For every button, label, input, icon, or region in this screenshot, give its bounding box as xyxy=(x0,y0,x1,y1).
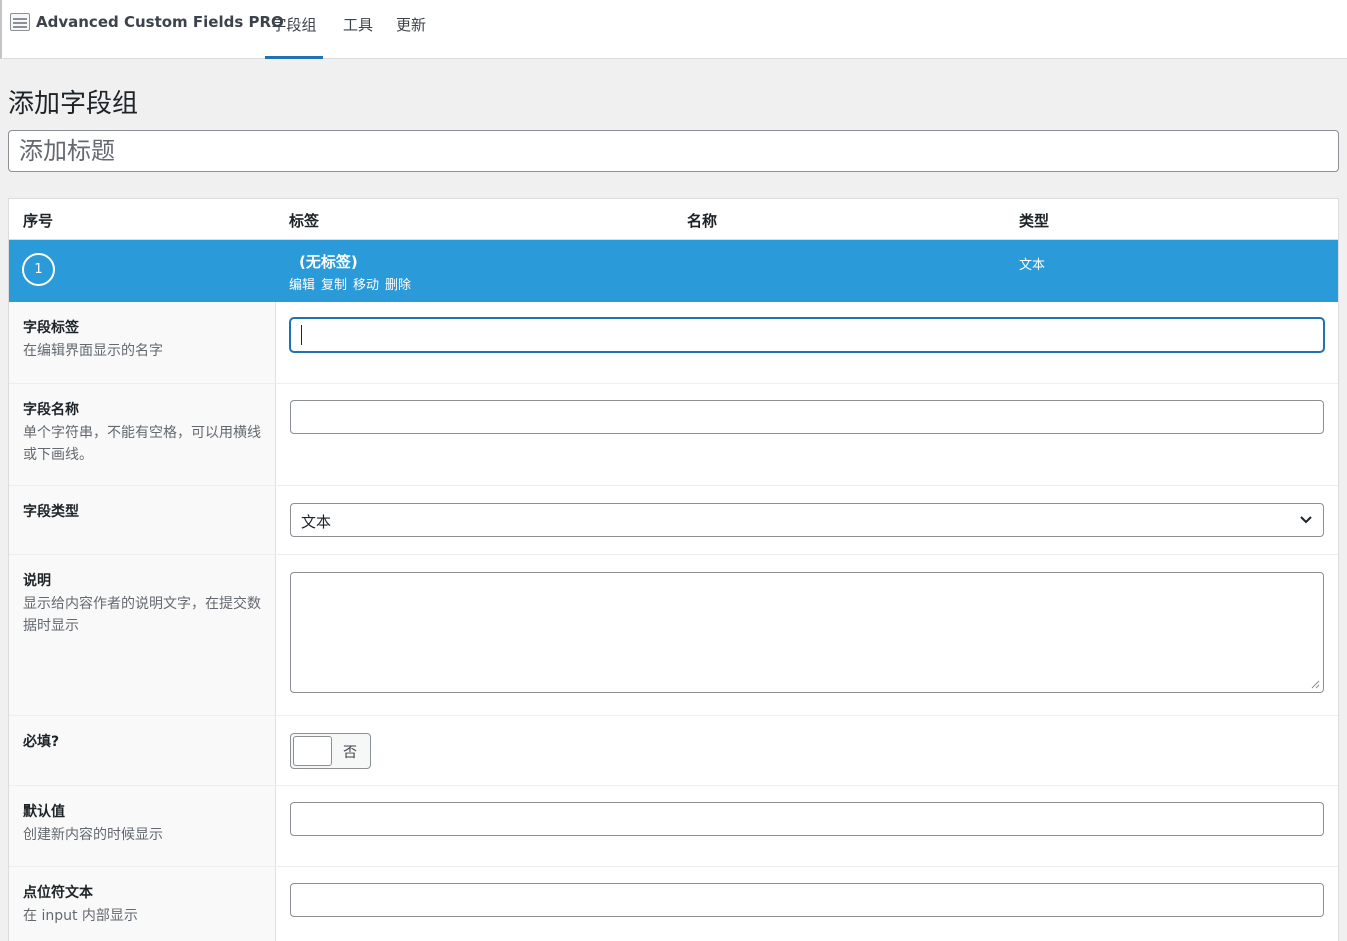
move-field-link[interactable]: 移动 xyxy=(353,274,379,293)
setting-label-cell: 字段类型 xyxy=(9,486,276,554)
field-order-handle[interactable]: 1 xyxy=(22,253,55,286)
resize-handle-icon[interactable] xyxy=(1310,679,1320,689)
setting-title: 必填? xyxy=(23,734,60,750)
toggle-knob xyxy=(293,736,332,766)
brand[interactable]: Advanced Custom Fields PRO xyxy=(10,13,284,31)
setting-title: 字段名称 xyxy=(23,402,79,418)
setting-description: 显示给内容作者的说明文字，在提交数据时显示 xyxy=(23,596,261,634)
delete-field-link[interactable]: 删除 xyxy=(385,274,411,293)
fields-box: 序号 标签 名称 类型 1 (无标签) 编辑 复制 移动 删除 文本 字段标签 … xyxy=(8,198,1339,941)
field-label-input[interactable] xyxy=(290,318,1324,352)
fields-table-header: 序号 标签 名称 类型 xyxy=(9,199,1338,240)
header-name: 名称 xyxy=(687,212,718,230)
setting-title: 字段标签 xyxy=(23,320,79,336)
field-row[interactable]: 1 (无标签) 编辑 复制 移动 删除 文本 xyxy=(9,240,1338,302)
field-type-value: 文本 xyxy=(301,513,332,531)
nav-tab-field-groups[interactable]: 字段组 xyxy=(265,0,323,59)
setting-title: 默认值 xyxy=(23,804,65,820)
top-navigation-bar: Advanced Custom Fields PRO 字段组 工具 更新 xyxy=(0,0,1347,59)
required-toggle[interactable]: 否 xyxy=(290,733,371,769)
text-caret xyxy=(301,325,302,345)
edit-field-link[interactable]: 编辑 xyxy=(289,274,315,293)
setting-placeholder: 点位符文本 在 input 内部显示 xyxy=(9,867,1338,941)
field-type-select[interactable]: 文本 xyxy=(290,503,1324,537)
default-value-input[interactable] xyxy=(290,802,1324,836)
setting-description: 在 input 内部显示 xyxy=(23,908,138,924)
brand-name: Advanced Custom Fields PRO xyxy=(36,13,284,31)
nav-tab-tools[interactable]: 工具 xyxy=(338,0,378,59)
setting-label-cell: 必填? xyxy=(9,716,276,785)
setting-field-label: 字段标签 在编辑界面显示的名字 xyxy=(9,302,1338,384)
setting-label-cell: 字段名称 单个字符串，不能有空格，可以用横线或下画线。 xyxy=(9,384,276,485)
setting-label-cell: 默认值 创建新内容的时候显示 xyxy=(9,786,276,866)
nav-tab-updates[interactable]: 更新 xyxy=(391,0,431,59)
header-type: 类型 xyxy=(1019,212,1050,230)
setting-title: 说明 xyxy=(23,573,51,589)
setting-label-cell: 点位符文本 在 input 内部显示 xyxy=(9,867,276,941)
setting-label-cell: 字段标签 在编辑界面显示的名字 xyxy=(9,302,276,383)
acf-logo-icon xyxy=(10,13,30,31)
setting-description: 在编辑界面显示的名字 xyxy=(23,343,163,359)
chevron-down-icon xyxy=(1300,516,1312,524)
page-title: 添加字段组 xyxy=(8,89,139,119)
setting-description: 创建新内容的时候显示 xyxy=(23,827,163,843)
field-group-title-input[interactable] xyxy=(8,130,1339,172)
setting-field-type: 字段类型 文本 xyxy=(9,486,1338,555)
header-order: 序号 xyxy=(23,212,54,230)
duplicate-field-link[interactable]: 复制 xyxy=(321,274,347,293)
placeholder-input[interactable] xyxy=(290,883,1324,917)
instructions-textarea[interactable] xyxy=(290,572,1324,693)
setting-default-value: 默认值 创建新内容的时候显示 xyxy=(9,786,1338,867)
setting-required: 必填? 否 xyxy=(9,716,1338,786)
field-row-actions: 编辑 复制 移动 删除 xyxy=(289,274,411,293)
setting-title: 点位符文本 xyxy=(23,885,93,901)
header-label: 标签 xyxy=(289,212,320,230)
setting-instructions: 说明 显示给内容作者的说明文字，在提交数据时显示 xyxy=(9,555,1338,716)
toggle-label: 否 xyxy=(343,745,357,761)
field-row-type: 文本 xyxy=(1019,258,1046,273)
field-row-label[interactable]: (无标签) xyxy=(299,251,358,272)
field-settings: 字段标签 在编辑界面显示的名字 字段名称 单个字符串，不能有空格，可以用横线或下… xyxy=(9,302,1338,941)
setting-label-cell: 说明 显示给内容作者的说明文字，在提交数据时显示 xyxy=(9,555,276,715)
setting-description: 单个字符串，不能有空格，可以用横线或下画线。 xyxy=(23,425,261,463)
setting-field-name: 字段名称 单个字符串，不能有空格，可以用横线或下画线。 xyxy=(9,384,1338,486)
field-name-input[interactable] xyxy=(290,400,1324,434)
setting-title: 字段类型 xyxy=(23,504,79,520)
